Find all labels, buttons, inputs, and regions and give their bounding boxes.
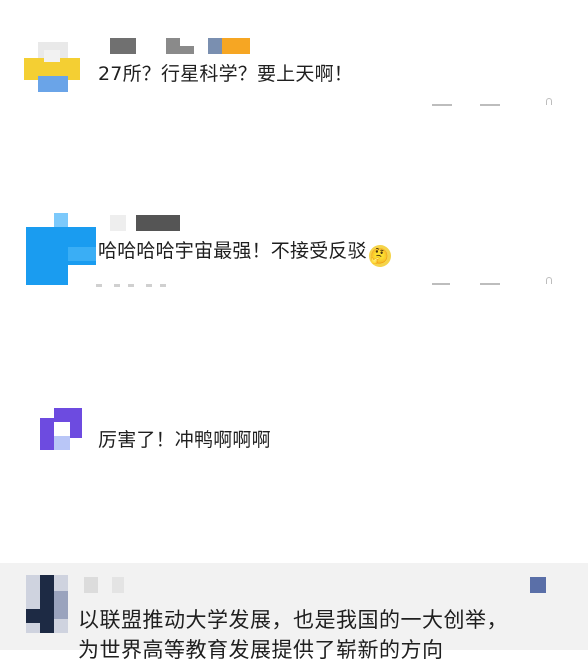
like-icon[interactable] (546, 98, 552, 105)
featured-comment-line-2: 为世界高等教育发展提供了崭新的方向 (78, 638, 444, 662)
timestamp-blurred (96, 284, 176, 288)
reply-action-icon[interactable] (480, 104, 500, 106)
like-icon[interactable] (546, 277, 552, 284)
comment-item: 27所？行星科学？要上天啊！ (0, 30, 588, 150)
comment-text-content: 哈哈哈哈宇宙最强！不接受反驳 (98, 240, 367, 262)
avatar[interactable] (24, 36, 80, 92)
comment-actions[interactable] (432, 277, 552, 293)
username-blurred[interactable] (110, 38, 250, 54)
avatar[interactable] (40, 408, 82, 450)
comment-text: 27所？行星科学？要上天啊！ (98, 63, 353, 85)
comment-text: 哈哈哈哈宇宙最强！不接受反驳 🤔 (98, 236, 391, 267)
reply-action-icon[interactable] (480, 283, 500, 285)
thinking-emoji-icon: 🤔 (368, 245, 391, 267)
comment-item: 哈哈哈哈宇宙最强！不接受反驳 🤔 (0, 205, 588, 305)
featured-comment-line-1: 以联盟推动大学发展，也是我国的一大创举， (78, 608, 508, 632)
featured-comment: 以联盟推动大学发展，也是我国的一大创举， 为世界高等教育发展提供了崭新的方向 (0, 563, 588, 662)
username-blurred[interactable] (110, 215, 200, 231)
comment-action-icon[interactable] (432, 104, 452, 106)
comment-text: 厉害了！冲鸭啊啊啊 (98, 429, 271, 451)
badge-icon (530, 577, 546, 593)
avatar[interactable] (26, 213, 96, 285)
username-blurred[interactable] (84, 577, 134, 593)
comment-action-icon[interactable] (432, 283, 450, 285)
avatar[interactable] (26, 575, 68, 633)
comment-actions[interactable] (432, 98, 552, 114)
comment-item: 厉害了！冲鸭啊啊啊 (0, 400, 588, 480)
